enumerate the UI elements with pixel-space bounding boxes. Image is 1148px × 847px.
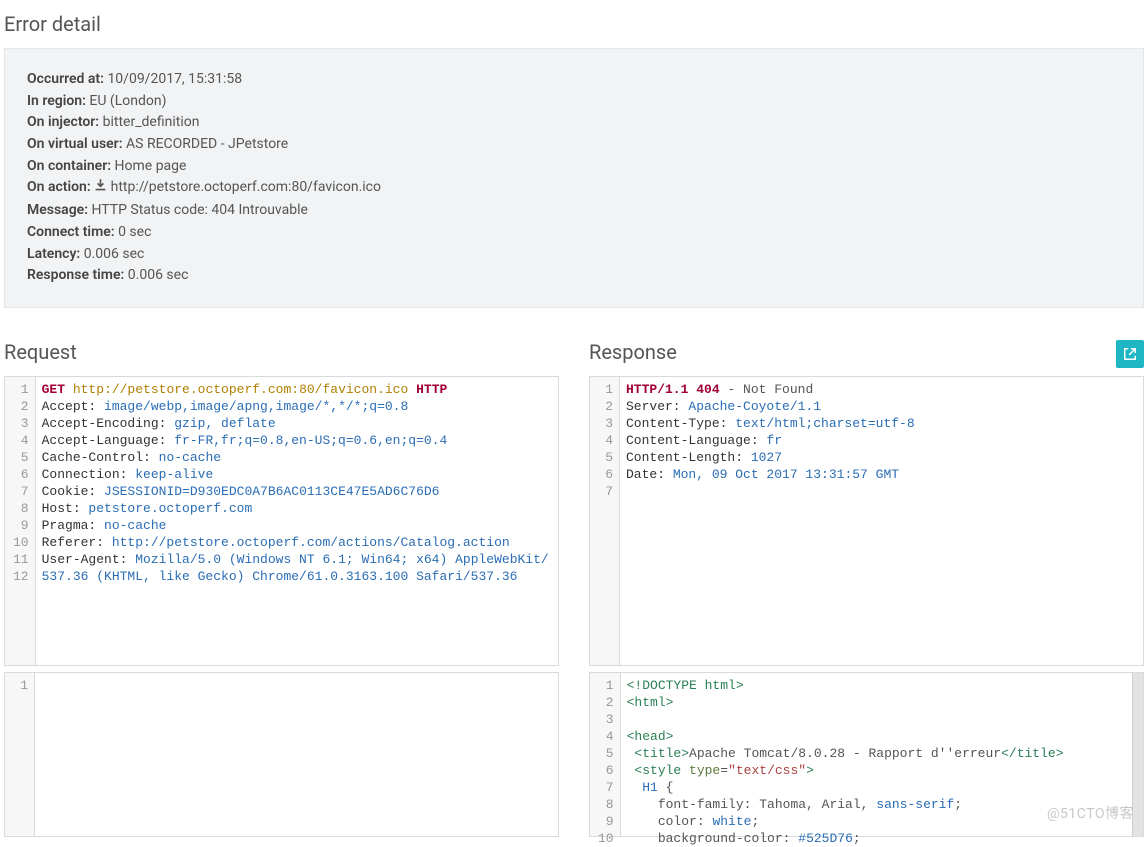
- connect-time-label: Connect time:: [27, 224, 115, 240]
- error-detail-title: Error detail: [4, 12, 1144, 36]
- in-region-value: EU (London): [89, 93, 166, 109]
- response-title: Response: [589, 340, 677, 364]
- request-body-box[interactable]: 1: [4, 672, 559, 837]
- open-external-button[interactable]: [1116, 340, 1144, 368]
- message-label: Message:: [27, 202, 88, 218]
- occurred-at-value: 10/09/2017, 15:31:58: [107, 71, 242, 87]
- scrollbar-thumb[interactable]: [1134, 674, 1142, 708]
- watermark: @51CTO博客: [1047, 803, 1134, 823]
- on-injector-label: On injector:: [27, 114, 99, 130]
- error-detail-panel: Occurred at: 10/09/2017, 15:31:58 In reg…: [4, 48, 1144, 308]
- on-action-label: On action:: [27, 179, 91, 195]
- request-title: Request: [4, 340, 559, 364]
- request-headers-box[interactable]: 123456789101112 GET http://petstore.octo…: [4, 376, 559, 666]
- connect-time-value: 0 sec: [118, 224, 151, 240]
- response-time-label: Response time:: [27, 267, 124, 283]
- latency-value: 0.006 sec: [84, 246, 145, 262]
- latency-label: Latency:: [27, 246, 80, 262]
- in-region-label: In region:: [27, 93, 86, 109]
- on-container-value: Home page: [115, 158, 187, 174]
- on-virtual-user-value: AS RECORDED - JPetstore: [126, 136, 288, 152]
- on-action-value: http://petstore.octoperf.com:80/favicon.…: [111, 179, 381, 195]
- message-value: HTTP Status code: 404 Introuvable: [92, 202, 308, 218]
- on-injector-value: bitter_definition: [103, 114, 200, 130]
- occurred-at-label: Occurred at:: [27, 71, 104, 87]
- download-icon: [94, 178, 107, 200]
- response-time-value: 0.006 sec: [128, 267, 189, 283]
- on-virtual-user-label: On virtual user:: [27, 136, 123, 152]
- response-headers-box[interactable]: 1234567 HTTP/1.1 404 - Not FoundServer: …: [589, 376, 1144, 666]
- on-container-label: On container:: [27, 158, 111, 174]
